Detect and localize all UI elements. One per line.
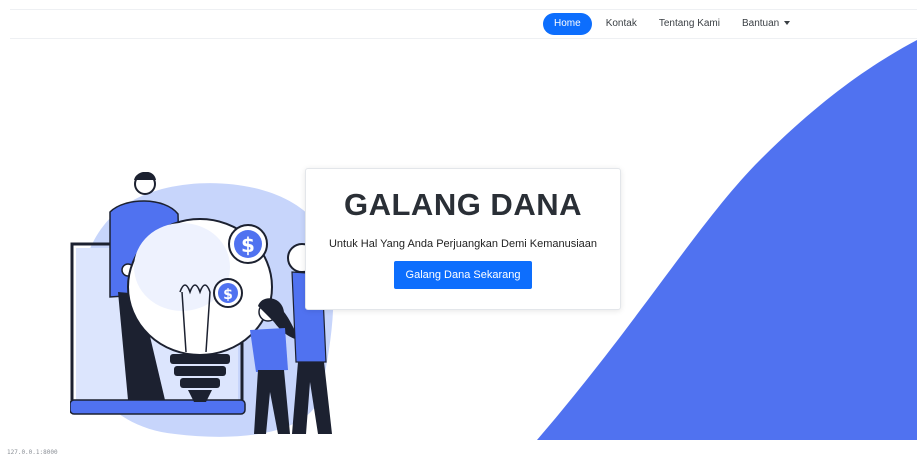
status-url: 127.0.0.1:8000 <box>7 449 58 456</box>
monitor-base <box>70 399 246 415</box>
nav-links: Home Kontak Tentang Kami Bantuan <box>543 13 804 35</box>
coin-symbol-small: $ <box>223 287 233 303</box>
bulb-base-3 <box>180 378 220 388</box>
hero-card: GALANG DANA Untuk Hal Yang Anda Perjuang… <box>305 168 621 310</box>
navbar: Home Kontak Tentang Kami Bantuan <box>10 9 917 39</box>
nav-bantuan-label: Bantuan <box>741 18 780 29</box>
woman-body <box>250 328 288 372</box>
hero-title: GALANG DANA <box>344 187 582 222</box>
coin-icon-small: $ <box>213 278 243 308</box>
man-hair <box>134 172 156 180</box>
nav-tentang-kami[interactable]: Tentang Kami <box>651 13 728 35</box>
nav-kontak[interactable]: Kontak <box>598 13 645 35</box>
bulb-base-1 <box>170 354 230 364</box>
coin-icon-large: $ <box>228 224 268 264</box>
caret-down-icon <box>784 21 791 26</box>
galang-dana-button[interactable]: Galang Dana Sekarang <box>393 261 533 289</box>
nav-bantuan-dropdown[interactable]: Bantuan <box>734 13 798 35</box>
nav-home[interactable]: Home <box>543 13 592 35</box>
bulb-base-2 <box>174 366 226 376</box>
hero-subtitle: Untuk Hal Yang Anda Perjuangkan Demi Kem… <box>328 238 598 250</box>
coin-symbol-large: $ <box>241 233 255 257</box>
fundraising-illustration: $ $ <box>70 172 334 437</box>
